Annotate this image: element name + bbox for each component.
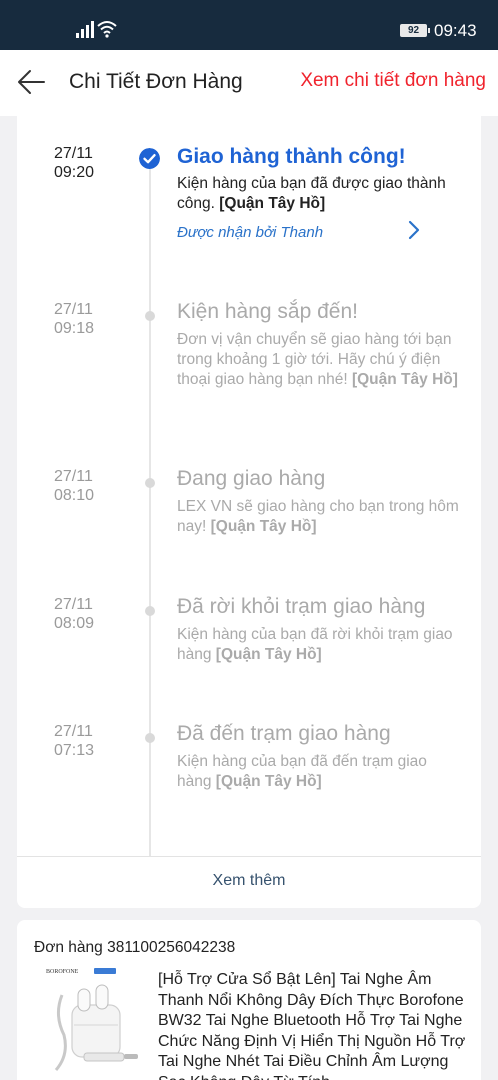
event-description: Kiện hàng của bạn đã được giao thành côn… <box>177 174 462 214</box>
event-datetime: 27/11 09:20 <box>54 144 94 182</box>
event-title: Đã rời khỏi trạm giao hàng <box>177 595 426 618</box>
page-title: Chi Tiết Đơn Hàng <box>69 70 243 93</box>
order-card[interactable]: Đơn hàng 381100256042238 BOROFONE [Hỗ Tr… <box>17 920 481 1080</box>
product-name[interactable]: [Hỗ Trợ Cửa Sổ Bật Lên] Tai Nghe Âm Than… <box>158 970 468 1080</box>
wifi-icon <box>97 21 117 38</box>
order-details-link[interactable]: Xem chi tiết đơn hàng <box>300 70 486 92</box>
event-location: [Quận Tây Hồ] <box>351 371 458 388</box>
event-time: 07:13 <box>54 742 95 759</box>
event-title: Đang giao hàng <box>177 467 326 490</box>
timeline-line <box>149 156 151 856</box>
event-description: Đơn vị vận chuyển sẽ giao hàng tới bạn t… <box>177 330 462 390</box>
event-date: 27/11 <box>54 468 93 485</box>
event-datetime: 27/11 07:13 <box>54 722 94 760</box>
timeline-dot <box>145 733 155 743</box>
battery-icon: 92 <box>400 24 430 37</box>
brand-logo: BOROFONE <box>46 969 79 975</box>
event-date: 27/11 <box>54 145 93 162</box>
event-date: 27/11 <box>54 596 93 613</box>
event-datetime: 27/11 08:10 <box>54 467 94 505</box>
timeline-dot <box>145 311 155 321</box>
divider <box>17 856 481 857</box>
event-date: 27/11 <box>54 301 93 318</box>
event-location: [Quận Tây Hồ] <box>215 646 322 663</box>
event-date: 27/11 <box>54 723 93 740</box>
status-bar: 92 09:43 <box>0 0 498 50</box>
event-title: Đã đến trạm giao hàng <box>177 722 391 745</box>
event-title: Kiện hàng sắp đến! <box>177 300 358 323</box>
order-id: Đơn hàng 381100256042238 <box>34 939 236 956</box>
receiver-link[interactable]: Được nhận bởi Thanh <box>177 224 323 241</box>
event-title: Giao hàng thành công! <box>177 145 406 168</box>
product-image[interactable]: BOROFONE <box>44 965 144 1075</box>
tracking-timeline: 27/11 09:20 Giao hàng thành công! Kiện h… <box>17 116 481 908</box>
event-time: 08:10 <box>54 487 95 504</box>
see-more-button[interactable]: Xem thêm <box>17 872 481 890</box>
status-time: 09:43 <box>434 21 477 40</box>
event-description: Kiện hàng của bạn đã đến trạm giao hàng … <box>177 752 462 792</box>
event-location: [Quận Tây Hồ] <box>219 195 326 212</box>
event-location: [Quận Tây Hồ] <box>215 773 322 790</box>
check-icon <box>139 148 160 169</box>
timeline-dot <box>145 606 155 616</box>
event-datetime: 27/11 09:18 <box>54 300 94 338</box>
timeline-dot <box>145 478 155 488</box>
back-arrow-icon[interactable] <box>16 68 46 96</box>
event-time: 09:20 <box>54 164 95 181</box>
event-time: 08:09 <box>54 615 95 632</box>
event-datetime: 27/11 08:09 <box>54 595 94 633</box>
event-location: [Quận Tây Hồ] <box>210 518 317 535</box>
event-description: Kiện hàng của bạn đã rời khỏi trạm giao … <box>177 625 462 665</box>
signal-icon <box>76 20 98 38</box>
event-description: LEX VN sẽ giao hàng cho bạn trong hôm na… <box>177 497 462 537</box>
top-header: Chi Tiết Đơn Hàng Xem chi tiết đơn hàng <box>0 50 498 116</box>
chevron-right-icon[interactable] <box>407 220 421 240</box>
event-time: 09:18 <box>54 320 95 337</box>
